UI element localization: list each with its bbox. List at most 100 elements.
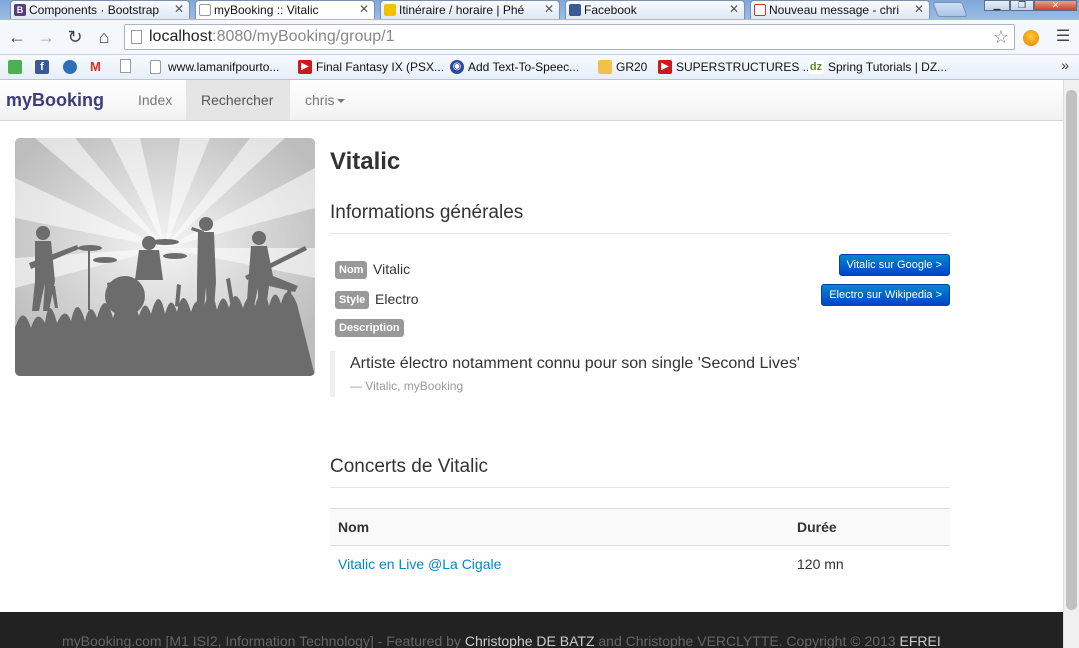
nav-user-dropdown[interactable]: chris bbox=[290, 80, 360, 120]
app-icon: ◉ bbox=[450, 60, 464, 74]
footer-school-link[interactable]: EFREI bbox=[899, 633, 940, 648]
site-navbar: myBooking Index Rechercher chris bbox=[0, 80, 1063, 121]
bookmark-label: www.lamanifpourto... bbox=[168, 60, 280, 74]
menu-icon[interactable]: ☰ bbox=[1052, 26, 1074, 48]
browser-toolbar: ← → ↻ ⌂ localhost:8080/myBooking/group/1… bbox=[0, 20, 1079, 55]
concert-name-cell: Vitalic en Live @La Cigale bbox=[330, 546, 789, 583]
google-search-button[interactable]: Vitalic sur Google > bbox=[838, 254, 950, 276]
column-header-nom: Nom bbox=[330, 508, 789, 546]
tab-title: myBooking :: Vitalic bbox=[214, 3, 319, 17]
section-heading-info: Informations générales bbox=[330, 202, 524, 223]
browser-tab-bootstrap[interactable]: B Components · Bootstrap ✕ bbox=[10, 0, 190, 19]
tab-title: Itinéraire / horaire | Phé bbox=[399, 3, 525, 17]
section-heading-concerts: Concerts de Vitalic bbox=[330, 456, 489, 477]
bookmark-item[interactable]: dz Spring Tutorials | DZ... bbox=[808, 59, 947, 75]
description-label-badge: Description bbox=[335, 319, 404, 337]
tab-title: Components · Bootstrap bbox=[29, 3, 160, 17]
facebook-icon bbox=[569, 4, 581, 16]
band-image bbox=[15, 138, 315, 376]
youtube-icon: ▶ bbox=[298, 60, 312, 74]
divider bbox=[330, 233, 950, 234]
caret-down-icon bbox=[336, 99, 345, 104]
nav-rechercher[interactable]: Rechercher bbox=[186, 80, 290, 120]
bookmark-item[interactable]: www.lamanifpourto... bbox=[150, 59, 279, 75]
description-blockquote: Artiste électro notamment connu pour son… bbox=[330, 351, 950, 397]
page-icon[interactable] bbox=[120, 59, 131, 73]
bookmark-item[interactable]: GR20 bbox=[598, 59, 647, 75]
more-bookmarks-icon[interactable]: » bbox=[1061, 57, 1069, 73]
style-value: Electro bbox=[375, 291, 419, 307]
folder-icon bbox=[598, 60, 612, 74]
extension-icon[interactable] bbox=[1023, 30, 1039, 46]
table-row: Vitalic en Live @La Cigale 120 mn bbox=[330, 546, 950, 583]
page-title: Vitalic bbox=[330, 148, 401, 175]
close-icon[interactable]: ✕ bbox=[174, 2, 184, 16]
divider bbox=[330, 487, 950, 488]
maximize-button[interactable]: ❐ bbox=[1010, 0, 1034, 11]
close-window-button[interactable]: ✕ bbox=[1034, 0, 1077, 11]
address-host: localhost bbox=[149, 28, 213, 45]
concert-link[interactable]: Vitalic en Live @La Cigale bbox=[338, 556, 501, 572]
minimize-button[interactable]: ▁ bbox=[984, 0, 1010, 11]
bookmark-label: Final Fantasy IX (PSX... bbox=[316, 60, 445, 74]
gmail-icon bbox=[754, 4, 766, 16]
browser-tab-mybooking[interactable]: myBooking :: Vitalic ✕ bbox=[195, 0, 375, 19]
tab-title: Facebook bbox=[584, 3, 637, 17]
address-bar[interactable]: localhost:8080/myBooking/group/1 ☆ bbox=[124, 24, 1015, 50]
browser-tab-facebook[interactable]: Facebook ✕ bbox=[565, 0, 745, 19]
page-content: myBooking Index Rechercher chris Vitalic… bbox=[0, 80, 1063, 648]
bookmark-label: Add Text-To-Speec... bbox=[468, 60, 580, 74]
forward-icon[interactable]: → bbox=[35, 26, 57, 48]
apps-icon[interactable] bbox=[8, 60, 22, 74]
bookmark-label: GR20 bbox=[616, 60, 648, 74]
bookmarks-bar: f M www.lamanifpourto... ▶ Final Fantasy… bbox=[0, 55, 1079, 80]
back-icon[interactable]: ← bbox=[6, 26, 28, 48]
bookmark-label: SUPERSTRUCTURES ... bbox=[676, 60, 813, 74]
wikipedia-button[interactable]: Electro sur Wikipedia > bbox=[821, 284, 950, 306]
new-tab-button[interactable] bbox=[932, 2, 968, 17]
brand-logo[interactable]: myBooking bbox=[6, 90, 104, 111]
close-icon[interactable]: ✕ bbox=[914, 2, 924, 16]
concert-duration-cell: 120 mn bbox=[797, 556, 844, 573]
page-icon bbox=[131, 30, 142, 44]
page-icon bbox=[150, 60, 161, 74]
user-name: chris bbox=[305, 92, 335, 108]
page-icon bbox=[199, 4, 211, 16]
map-icon bbox=[384, 4, 396, 16]
concerts-table: Nom Durée Vitalic en Live @La Cigale 120… bbox=[330, 508, 950, 583]
youtube-icon: ▶ bbox=[658, 60, 672, 74]
nav-index[interactable]: Index bbox=[123, 80, 187, 120]
bookmark-star-icon[interactable]: ☆ bbox=[993, 25, 1009, 49]
home-icon[interactable]: ⌂ bbox=[93, 26, 115, 48]
browser-tab-itineraire[interactable]: Itinéraire / horaire | Phé ✕ bbox=[380, 0, 560, 19]
nom-value: Vitalic bbox=[373, 261, 411, 277]
page-scrollbar[interactable] bbox=[1063, 80, 1079, 648]
footer-text: myBooking.com [M1 ISI2, Information Tech… bbox=[62, 633, 465, 648]
bookmark-item[interactable]: ▶ SUPERSTRUCTURES ... bbox=[658, 59, 813, 75]
facebook-icon[interactable]: f bbox=[35, 60, 49, 74]
bootstrap-icon: B bbox=[14, 4, 26, 16]
bookmark-item[interactable]: ▶ Final Fantasy IX (PSX... bbox=[298, 59, 444, 75]
bookmark-label: Spring Tutorials | DZ... bbox=[828, 60, 948, 74]
close-icon[interactable]: ✕ bbox=[729, 2, 739, 16]
globe-icon[interactable] bbox=[63, 60, 77, 74]
bookmark-item[interactable]: ◉ Add Text-To-Speec... bbox=[450, 59, 579, 75]
page-footer: myBooking.com [M1 ISI2, Information Tech… bbox=[0, 612, 1063, 648]
concert-silhouette-illustration bbox=[15, 138, 315, 376]
browser-tab-strip: B Components · Bootstrap ✕ myBooking :: … bbox=[0, 0, 1079, 20]
dzone-icon: dz bbox=[808, 60, 824, 74]
footer-text-middle: and Christophe VERCLYTTE. Copyright © 20… bbox=[594, 633, 900, 648]
nom-label-badge: Nom bbox=[335, 261, 368, 279]
description-text: Artiste électro notamment connu pour son… bbox=[350, 355, 800, 372]
reload-icon[interactable]: ↻ bbox=[64, 26, 86, 48]
style-label-badge: Style bbox=[335, 291, 370, 309]
close-icon[interactable]: ✕ bbox=[359, 2, 369, 16]
close-icon[interactable]: ✕ bbox=[544, 2, 554, 16]
address-path: :8080/myBooking/group/1 bbox=[212, 28, 395, 45]
footer-author-link[interactable]: Christophe DE BATZ bbox=[465, 633, 595, 648]
scrollbar-thumb[interactable] bbox=[1066, 90, 1077, 610]
column-header-duree: Durée bbox=[789, 508, 950, 546]
gmail-icon[interactable]: M bbox=[90, 60, 106, 74]
browser-tab-gmail[interactable]: Nouveau message - chri ✕ bbox=[750, 0, 930, 19]
quote-source: — Vitalic, myBooking bbox=[350, 379, 464, 393]
